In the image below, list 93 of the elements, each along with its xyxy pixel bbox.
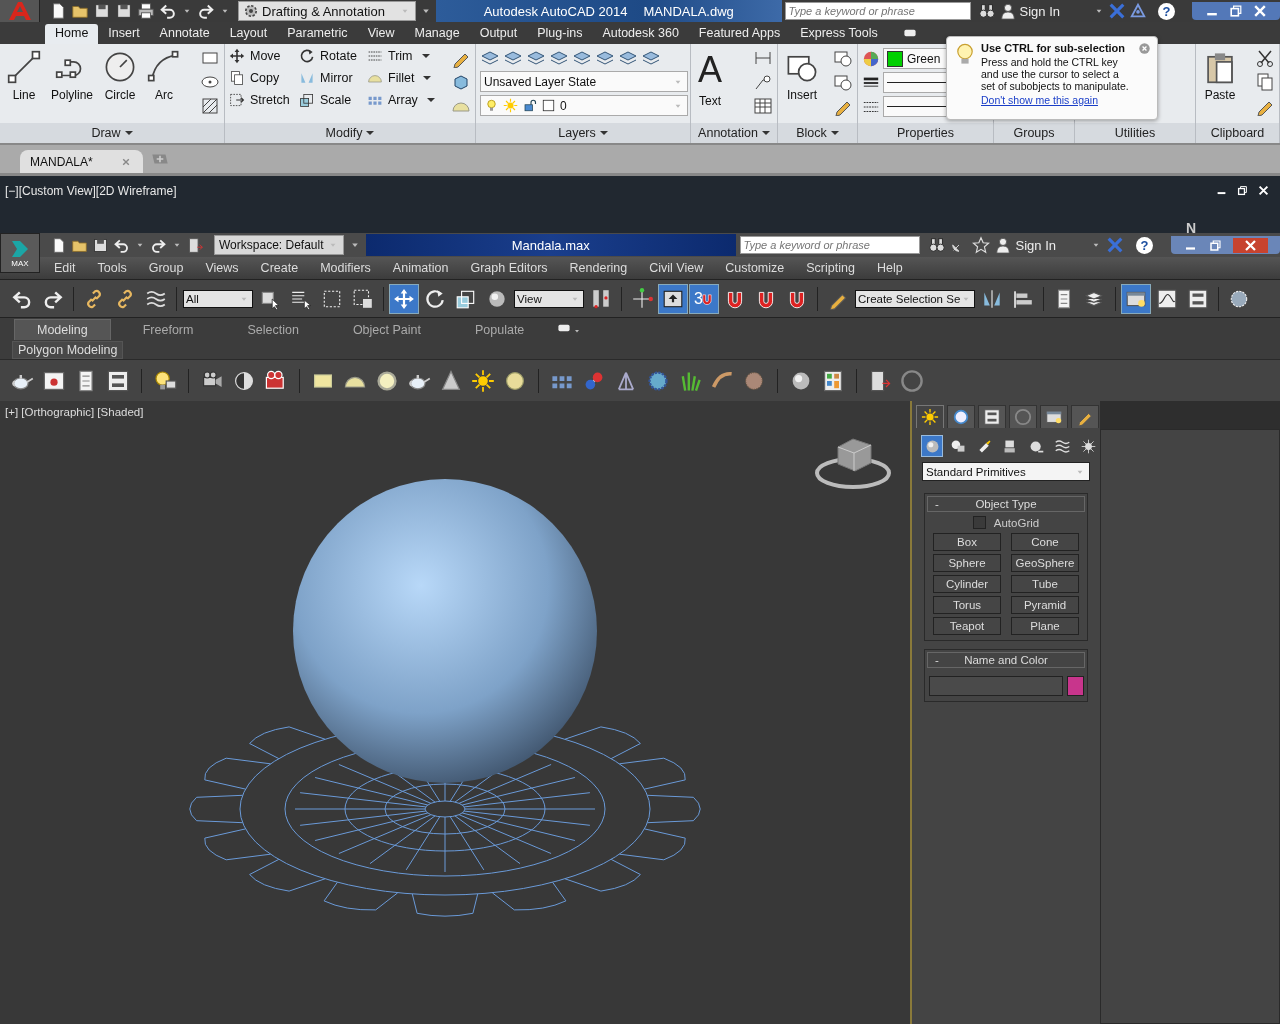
menu-item[interactable]: Scripting bbox=[795, 261, 866, 275]
draw-tool-button[interactable]: Line bbox=[4, 48, 44, 104]
window-title: Mandala.max bbox=[511, 237, 590, 253]
paste-button[interactable]: Paste bbox=[1200, 48, 1240, 104]
menu-item[interactable]: Views bbox=[194, 261, 250, 275]
modify-tool-button[interactable]: Trim bbox=[367, 48, 439, 64]
ribbon-tab[interactable]: Modeling bbox=[14, 319, 111, 340]
panel-title[interactable]: Groups bbox=[994, 123, 1074, 143]
menu-item[interactable]: Edit bbox=[43, 261, 87, 275]
object-type-button[interactable]: Cone bbox=[1011, 533, 1079, 551]
workspace-dropdown[interactable]: Drafting & Annotation bbox=[238, 1, 416, 21]
ribbon-tab[interactable]: Freeform bbox=[120, 320, 216, 340]
menu-item[interactable]: Group bbox=[137, 261, 195, 275]
panel-title[interactable]: Draw bbox=[0, 123, 224, 143]
menu-item[interactable]: Civil View bbox=[638, 261, 715, 275]
panel-title[interactable]: Clipboard bbox=[1196, 123, 1279, 143]
sign-in-link[interactable]: Sign In bbox=[1015, 237, 1056, 253]
modify-tool-button[interactable]: Scale bbox=[299, 92, 367, 108]
draw-tool-button[interactable]: Circle bbox=[100, 48, 141, 104]
ribbon-tab[interactable]: Autodesk 360 bbox=[592, 24, 689, 44]
object-type-button[interactable]: Teapot bbox=[933, 617, 1001, 635]
rollout-header[interactable]: - Object Type bbox=[927, 496, 1085, 512]
draw-tool-button[interactable]: Polyline bbox=[48, 48, 97, 104]
panel-title[interactable]: Properties bbox=[858, 123, 993, 143]
window-title: Autodesk AutoCAD 2014 bbox=[483, 3, 628, 19]
modify-tool-button[interactable]: Copy bbox=[229, 70, 299, 86]
ribbon-panel-tab[interactable]: Polygon Modeling bbox=[12, 340, 124, 359]
ribbon-tab[interactable]: Express Tools bbox=[790, 24, 888, 44]
object-type-button[interactable]: Cylinder bbox=[933, 575, 1001, 593]
reference-coordinate-dropdown[interactable]: View bbox=[514, 289, 584, 308]
dont-show-again-link[interactable]: Don't show me this again bbox=[981, 94, 1098, 106]
search-field[interactable]: Type a keyword or phrase bbox=[784, 2, 971, 20]
text-tool-button[interactable]: A Text bbox=[695, 48, 725, 110]
snap-toggle[interactable]: 3 bbox=[690, 284, 718, 313]
document-tab[interactable]: MANDALA* bbox=[20, 150, 143, 173]
ribbon-tab[interactable]: Manage bbox=[404, 24, 470, 44]
draw-tool-button[interactable]: Arc bbox=[144, 48, 185, 104]
ribbon-tab[interactable]: Output bbox=[469, 24, 528, 44]
primitives-dropdown[interactable]: Standard Primitives bbox=[922, 462, 1090, 481]
panel-title[interactable]: Layers bbox=[476, 123, 690, 143]
menu-item[interactable]: Create bbox=[249, 261, 310, 275]
help-button[interactable]: ? bbox=[1136, 236, 1153, 254]
ribbon-tab[interactable]: View bbox=[357, 24, 405, 44]
application-button[interactable]: MAX bbox=[0, 233, 40, 273]
ribbon-tab[interactable]: Featured Apps bbox=[688, 24, 791, 44]
modify-tool-button[interactable]: Mirror bbox=[299, 70, 367, 86]
menu-item[interactable]: Graph Editors bbox=[459, 261, 559, 275]
insert-tool-button[interactable]: Insert bbox=[782, 48, 822, 104]
selection-filter-dropdown[interactable]: All bbox=[183, 289, 253, 308]
rollout-header[interactable]: - Name and Color bbox=[927, 652, 1085, 668]
panel-title[interactable]: Annotation bbox=[691, 123, 777, 143]
ribbon-tab[interactable]: Parametric bbox=[277, 24, 358, 44]
object-type-button[interactable]: Tube bbox=[1011, 575, 1079, 593]
ribbon-tab[interactable]: Plug-ins bbox=[527, 24, 593, 44]
ribbon-tab[interactable]: Layout bbox=[219, 24, 278, 44]
modify-tool-button[interactable]: Rotate bbox=[299, 48, 367, 64]
object-type-button[interactable]: Pyramid bbox=[1011, 596, 1079, 614]
modify-tool-button[interactable]: Array bbox=[367, 92, 439, 108]
ribbon-tab[interactable]: Selection bbox=[225, 320, 321, 340]
viewport-label[interactable]: [+] [Orthographic] [Shaded] bbox=[5, 406, 144, 418]
menu-item[interactable]: Modifiers bbox=[309, 261, 382, 275]
ribbon-tab[interactable]: Populate bbox=[452, 320, 547, 340]
modify-tool-button[interactable]: Fillet bbox=[367, 70, 439, 86]
file-name: MANDALA.dwg bbox=[643, 3, 734, 19]
panel-title[interactable]: Block bbox=[778, 123, 857, 143]
workspace-dropdown[interactable]: Workspace: Default bbox=[214, 235, 344, 255]
panel-title[interactable]: Modify bbox=[225, 123, 475, 143]
panel-title[interactable]: Utilities bbox=[1075, 123, 1195, 143]
layer-state-dropdown[interactable]: Unsaved Layer State bbox=[480, 71, 688, 92]
ribbon-tab[interactable]: Object Paint bbox=[330, 320, 443, 340]
ribbon-tab[interactable]: Insert bbox=[98, 24, 150, 44]
compass-letter: N bbox=[1186, 220, 1197, 236]
named-selection-dropdown[interactable]: Create Selection Se bbox=[855, 289, 975, 308]
help-button[interactable]: ? bbox=[1158, 2, 1175, 20]
modify-tool-button[interactable]: Move bbox=[229, 48, 299, 64]
menu-item[interactable]: Animation bbox=[381, 261, 460, 275]
menu-item[interactable]: Customize bbox=[714, 261, 796, 275]
object-type-button[interactable]: Sphere bbox=[933, 554, 1001, 572]
object-type-button[interactable]: GeoSphere bbox=[1011, 554, 1079, 572]
object-type-button[interactable]: Plane bbox=[1011, 617, 1079, 635]
ribbon-tab[interactable]: Annotate bbox=[149, 24, 220, 44]
search-field[interactable]: Type a keyword or phrase bbox=[739, 236, 920, 254]
checkbox-label: AutoGrid bbox=[993, 516, 1040, 529]
object-type-button[interactable]: Torus bbox=[933, 596, 1001, 614]
menu-item[interactable]: Rendering bbox=[558, 261, 639, 275]
layer-dropdown[interactable]: 0 bbox=[480, 95, 688, 116]
menu-item[interactable]: Tools bbox=[86, 261, 138, 275]
object-type-button[interactable]: Box bbox=[933, 533, 1001, 551]
modify-tool-button[interactable]: Stretch bbox=[229, 92, 299, 108]
ribbon-tab[interactable]: Home bbox=[45, 24, 99, 44]
menu-item[interactable]: Help bbox=[865, 261, 914, 275]
viewport-label[interactable]: [−][Custom View][2D Wireframe] bbox=[5, 184, 177, 198]
sign-in-link[interactable]: Sign In bbox=[1019, 3, 1060, 19]
